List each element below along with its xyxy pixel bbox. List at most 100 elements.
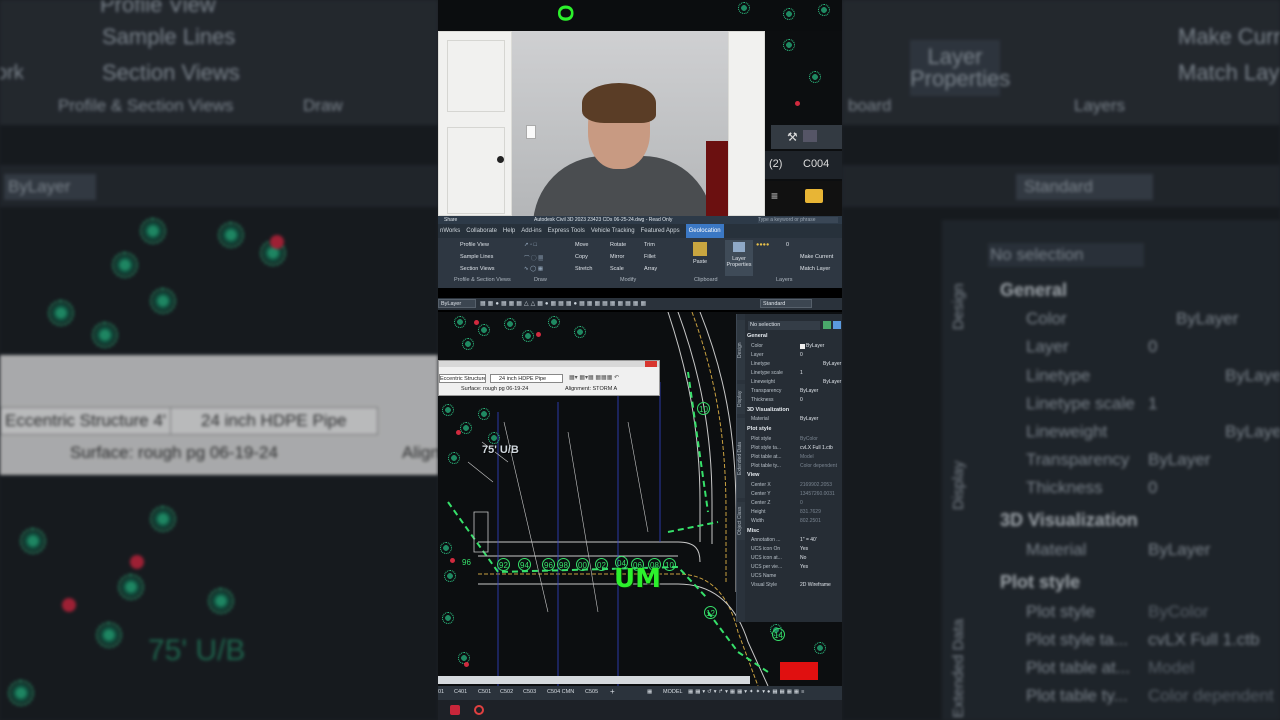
prop-center-x[interactable]: Center X 2169902.2053 [751, 481, 842, 490]
model-space-label[interactable]: MODEL [663, 689, 683, 695]
bg-lineweight-val: ByLayer [1225, 422, 1280, 441]
section-view[interactable]: View [747, 472, 759, 478]
tab-vehicle-tracking[interactable]: Vehicle Tracking [591, 224, 635, 238]
pipe-tool-icons[interactable]: ▦▾ ▦▾▦ ▦▦▦ ↶ [569, 374, 619, 381]
arc-tool-icon[interactable]: ⌒ ◯ ▦ [524, 254, 544, 262]
tab-help[interactable]: Help [503, 224, 515, 238]
selection-dropdown[interactable]: No selection [748, 321, 820, 330]
tab-add-ins[interactable]: Add-ins [521, 224, 541, 238]
layout-tab[interactable]: C503 [523, 689, 536, 695]
tree-marker [450, 558, 455, 563]
prop-plot-style[interactable]: Plot style ByColor [751, 435, 842, 444]
scale-button[interactable]: Scale [610, 266, 624, 272]
prop-linetype-scale[interactable]: Linetype scale 1 [751, 369, 842, 378]
add-layout-icon[interactable]: + [610, 687, 615, 696]
prop-plot-table-attached[interactable]: Plot table at... Model [751, 453, 842, 462]
grid-icon[interactable]: ▦ [647, 689, 652, 695]
style-combo[interactable]: Standard [760, 299, 812, 308]
wrench-icon[interactable]: ⚒ [787, 130, 798, 144]
prop-ucs-icon-at-origin[interactable]: UCS icon at... No [751, 554, 842, 563]
layout-tab[interactable]: C504 CMN [547, 689, 574, 695]
prop-ucs-icon-on[interactable]: UCS icon On Yes [751, 545, 842, 554]
bulb-icon[interactable]: ●●●● [756, 242, 769, 248]
prop-plot-style-table[interactable]: Plot style ta... cvLX Full 1.ctb [751, 444, 842, 453]
layer-properties-button[interactable]: Layer Properties [725, 240, 753, 276]
prop-lineweight[interactable]: Lineweight ByLayer [751, 378, 842, 387]
line-tool-icon[interactable]: ➚ ◦ □ [524, 242, 537, 248]
tab-count[interactable]: (2) [769, 158, 782, 170]
layout-tab[interactable]: C501 [478, 689, 491, 695]
polyline-tool-icon[interactable]: ∿ ◯ ▦ [524, 266, 543, 272]
prop-linetype[interactable]: Linetype ByLayer [751, 360, 842, 369]
close-icon[interactable] [645, 361, 657, 367]
move-button[interactable]: Move [575, 242, 588, 248]
prop-transparency[interactable]: Transparency ByLayer [751, 387, 842, 396]
make-current-button[interactable]: Make Current [800, 254, 833, 260]
recording-app-icon[interactable] [474, 705, 484, 715]
prop-color[interactable]: Color ByLayer [751, 342, 842, 351]
status-tool-icons[interactable]: ▦▦▾↺▾↱▾▦▦▾✦✦▾●▦▦▦▦≡ [688, 689, 806, 695]
mirror-button[interactable]: Mirror [610, 254, 624, 260]
tab-extended-data[interactable]: Extended Data [737, 418, 745, 498]
paste-button[interactable]: Paste [693, 259, 707, 265]
toolbar-icons[interactable]: ▦▦●▦▦▦△△▦●▦▦▦●▦▦▦▦▦▦▦▦▦ [480, 300, 648, 307]
tab-geolocation[interactable]: Geolocation [685, 224, 724, 238]
task-icon[interactable]: ≡ [771, 189, 778, 203]
search-input[interactable]: Type a keyword or phrase [758, 217, 838, 223]
prop-material[interactable]: Material ByLayer [751, 415, 842, 424]
layout-tab[interactable]: 01 [438, 689, 444, 695]
horizontal-scrollbar[interactable] [438, 676, 750, 684]
window-icon[interactable] [803, 130, 817, 142]
array-button[interactable]: Array [644, 266, 657, 272]
prop-ucs-per-viewport[interactable]: UCS per vie... Yes [751, 563, 842, 572]
copy-button[interactable]: Copy [575, 254, 588, 260]
tab-object-class[interactable]: Object Class [737, 502, 745, 540]
prop-width[interactable]: Width 802.2501 [751, 517, 842, 526]
prop-center-y[interactable]: Center Y 13457260.0031 [751, 490, 842, 499]
station-marker: 96 [462, 558, 471, 567]
tab-design[interactable]: Design [737, 320, 745, 380]
tab-sheet-c004[interactable]: C004 [803, 158, 829, 170]
prop-layer[interactable]: Layer 0 [751, 351, 842, 360]
layer-combo[interactable]: ByLayer [438, 299, 476, 308]
tab-featured-apps[interactable]: Featured Apps [641, 224, 680, 238]
section-3d-visualization[interactable]: 3D Visualization [747, 407, 789, 413]
ribbon-tabs: nWorks Collaborate Help Add-ins Express … [438, 224, 842, 238]
prop-thickness[interactable]: Thickness 0 [751, 396, 842, 405]
tab-collaborate[interactable]: Collaborate [466, 224, 497, 238]
bg-tree-marker [62, 598, 76, 612]
prop-center-z[interactable]: Center Z0 [751, 499, 842, 508]
tab-express-tools[interactable]: Express Tools [548, 224, 585, 238]
prop-height[interactable]: Height 831.7629 [751, 508, 842, 517]
section-general[interactable]: General [747, 333, 767, 339]
section-plot-style[interactable]: Plot style [747, 426, 771, 432]
prop-ucs-name[interactable]: UCS Name [751, 572, 842, 581]
profile-view-button[interactable]: Profile View [460, 242, 489, 248]
quick-select-icon[interactable] [823, 321, 831, 329]
layout-tab[interactable]: C401 [454, 689, 467, 695]
share-button[interactable]: Share [444, 216, 457, 224]
prop-plot-table-type[interactable]: Plot table ty... Color dependent [751, 462, 842, 471]
match-layer-button[interactable]: Match Layer [800, 266, 830, 272]
rotate-button[interactable]: Rotate [610, 242, 626, 248]
tab-display[interactable]: Display [737, 384, 745, 414]
stretch-button[interactable]: Stretch [575, 266, 592, 272]
prop-annotation-scale[interactable]: Annotation ... 1" = 40' [751, 536, 842, 545]
fillet-button[interactable]: Fillet [644, 254, 656, 260]
autocad-app-icon[interactable] [450, 705, 460, 715]
layer-value[interactable]: 0 [786, 242, 789, 248]
sample-lines-button[interactable]: Sample Lines [460, 254, 493, 260]
section-views-button[interactable]: Section Views [460, 266, 494, 272]
pipe-select[interactable]: 24 inch HDPE Pipe [490, 374, 563, 383]
trim-button[interactable]: Trim [644, 242, 655, 248]
layout-tab[interactable]: C502 [500, 689, 513, 695]
section-misc[interactable]: Misc [747, 528, 759, 534]
bg-tree [208, 588, 234, 614]
select-objects-icon[interactable] [833, 321, 841, 329]
prop-visual-style[interactable]: Visual Style 2D Wireframe [751, 581, 842, 590]
bg-make-current: Make Curren [1178, 24, 1280, 49]
folder-icon[interactable] [805, 189, 823, 203]
tab-nworks[interactable]: nWorks [440, 224, 460, 238]
layout-tab[interactable]: C505 [585, 689, 598, 695]
structure-select[interactable]: Eccentric Structure 4' [439, 374, 486, 383]
